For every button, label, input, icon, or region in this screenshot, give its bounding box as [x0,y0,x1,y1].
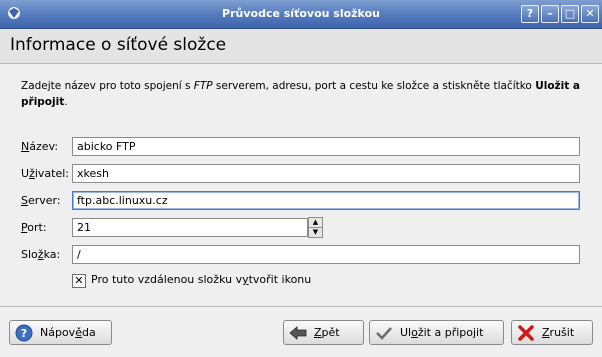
save-connect-button-label: Uložit a připojit [400,326,484,339]
checkmark-icon [375,324,393,342]
intro-end: . [64,96,68,108]
intro-ftp: FTP [193,80,213,92]
help-titlebar-button[interactable]: ? [521,5,539,23]
back-button-label: Zpět [314,326,340,339]
user-input[interactable]: xkesh [72,164,580,183]
cancel-x-icon [517,324,535,342]
cancel-button[interactable]: Zrušit [511,320,593,345]
dialog-window: Průvodce síťovou složkou ? – □ ✕ Informa… [0,0,602,357]
close-button[interactable]: ✕ [581,5,599,23]
cancel-button-label: Zrušit [542,326,575,339]
folder-input[interactable]: / [72,245,580,264]
spin-up-icon[interactable]: ▲ [309,218,322,228]
page-header: Informace o síťové složce [0,29,602,64]
user-label: Uživatel: [21,167,69,180]
port-input[interactable]: 21 [72,218,308,237]
intro-part2: serverem, adresu, port a cestu ke složce… [212,80,536,92]
spin-down-icon[interactable]: ▼ [309,228,322,237]
intro-bold-1: Uložit a [535,80,581,92]
name-label: Název: [21,140,59,153]
titlebar[interactable]: Průvodce síťovou složkou ? – □ ✕ [0,0,602,29]
minimize-button[interactable]: – [541,5,559,23]
intro-part1: Zadejte název pro toto spojení s [21,80,194,92]
intro-text: Zadejte název pro toto spojení s FTP ser… [21,78,581,110]
svg-text:?: ? [21,327,27,340]
server-input[interactable]: ftp.abc.linuxu.cz [72,191,580,210]
folder-label: Složka: [21,248,61,261]
maximize-button[interactable]: □ [561,5,579,23]
arrow-left-icon [289,324,307,342]
button-separator [0,306,602,307]
window-title: Průvodce síťovou složkou [222,7,380,20]
server-label: Server: [21,194,61,207]
create-icon-checkbox[interactable]: ✕ [72,274,86,288]
port-label: Port: [21,221,47,234]
help-button-label: Nápověda [40,326,96,339]
intro-bold-2: připojit [21,96,65,108]
help-button[interactable]: ? Nápověda [9,320,112,345]
back-button[interactable]: Zpět [283,320,364,345]
save-connect-button[interactable]: Uložit a připojit [369,320,504,345]
create-icon-label[interactable]: Pro tuto vzdálenou složku vytvořit ikonu [91,273,311,286]
help-icon: ? [15,324,33,342]
name-input[interactable]: abicko FTP [72,137,580,156]
page-title: Informace o síťové složce [10,35,227,55]
port-spinner[interactable]: ▲ ▼ [308,217,323,238]
